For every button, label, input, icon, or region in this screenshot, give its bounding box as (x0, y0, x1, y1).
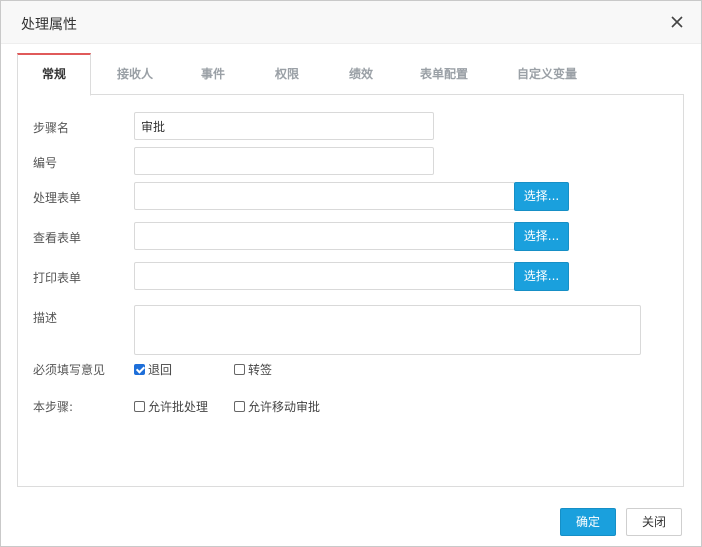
tab-form-config[interactable]: 表单配置 (405, 53, 483, 93)
countersign-checkbox-label: 转签 (248, 363, 273, 377)
print-form-input[interactable] (134, 262, 515, 290)
checkbox-unchecked-icon[interactable] (234, 364, 245, 375)
allow-batch-checkbox[interactable]: 允许批处理 (134, 398, 208, 415)
checkbox-unchecked-icon[interactable] (134, 401, 145, 412)
number-label: 编号 (33, 156, 58, 170)
process-form-input[interactable] (134, 182, 515, 210)
dialog-title: 处理属性 (21, 17, 77, 33)
close-button[interactable]: 关闭 (626, 508, 682, 536)
tab-permissions[interactable]: 权限 (255, 53, 319, 93)
tab-performance[interactable]: 绩效 (329, 53, 393, 93)
print-form-label: 打印表单 (33, 271, 82, 285)
process-form-select-button[interactable]: 选择... (514, 182, 569, 211)
tab-recipients[interactable]: 接收人 (101, 53, 169, 93)
description-textarea[interactable] (134, 305, 641, 355)
tab-events[interactable]: 事件 (181, 53, 245, 93)
number-input[interactable] (134, 147, 434, 175)
this-step-label: 本步骤: (33, 400, 74, 414)
checkbox-unchecked-icon[interactable] (234, 401, 245, 412)
return-checkbox[interactable]: 退回 (134, 361, 172, 378)
properties-dialog: 处理属性 常规 接收人 事件 权限 绩效 表单配置 自定义变量 步骤名 编号 处… (0, 0, 702, 547)
close-x-icon[interactable] (669, 14, 685, 30)
allow-mobile-approval-checkbox-label: 允许移动审批 (248, 400, 321, 414)
countersign-checkbox[interactable]: 转签 (234, 361, 272, 378)
view-form-input[interactable] (134, 222, 515, 250)
view-form-label: 查看表单 (33, 231, 82, 245)
ok-button[interactable]: 确定 (560, 508, 616, 536)
print-form-select-button[interactable]: 选择... (514, 262, 569, 291)
description-label: 描述 (33, 311, 58, 325)
step-name-input[interactable] (134, 112, 434, 140)
view-form-select-button[interactable]: 选择... (514, 222, 569, 251)
return-checkbox-label: 退回 (148, 363, 173, 377)
required-opinion-label: 必须填写意见 (33, 363, 106, 377)
allow-batch-checkbox-label: 允许批处理 (148, 400, 209, 414)
process-form-label: 处理表单 (33, 191, 82, 205)
checkbox-checked-icon[interactable] (134, 364, 145, 375)
dialog-titlebar: 处理属性 (1, 1, 701, 44)
step-name-label: 步骤名 (33, 121, 70, 135)
tab-bar: 常规 接收人 事件 权限 绩效 表单配置 自定义变量 (17, 53, 683, 96)
tab-general[interactable]: 常规 (17, 53, 91, 96)
allow-mobile-approval-checkbox[interactable]: 允许移动审批 (234, 398, 320, 415)
tab-custom-variables[interactable]: 自定义变量 (503, 53, 591, 93)
